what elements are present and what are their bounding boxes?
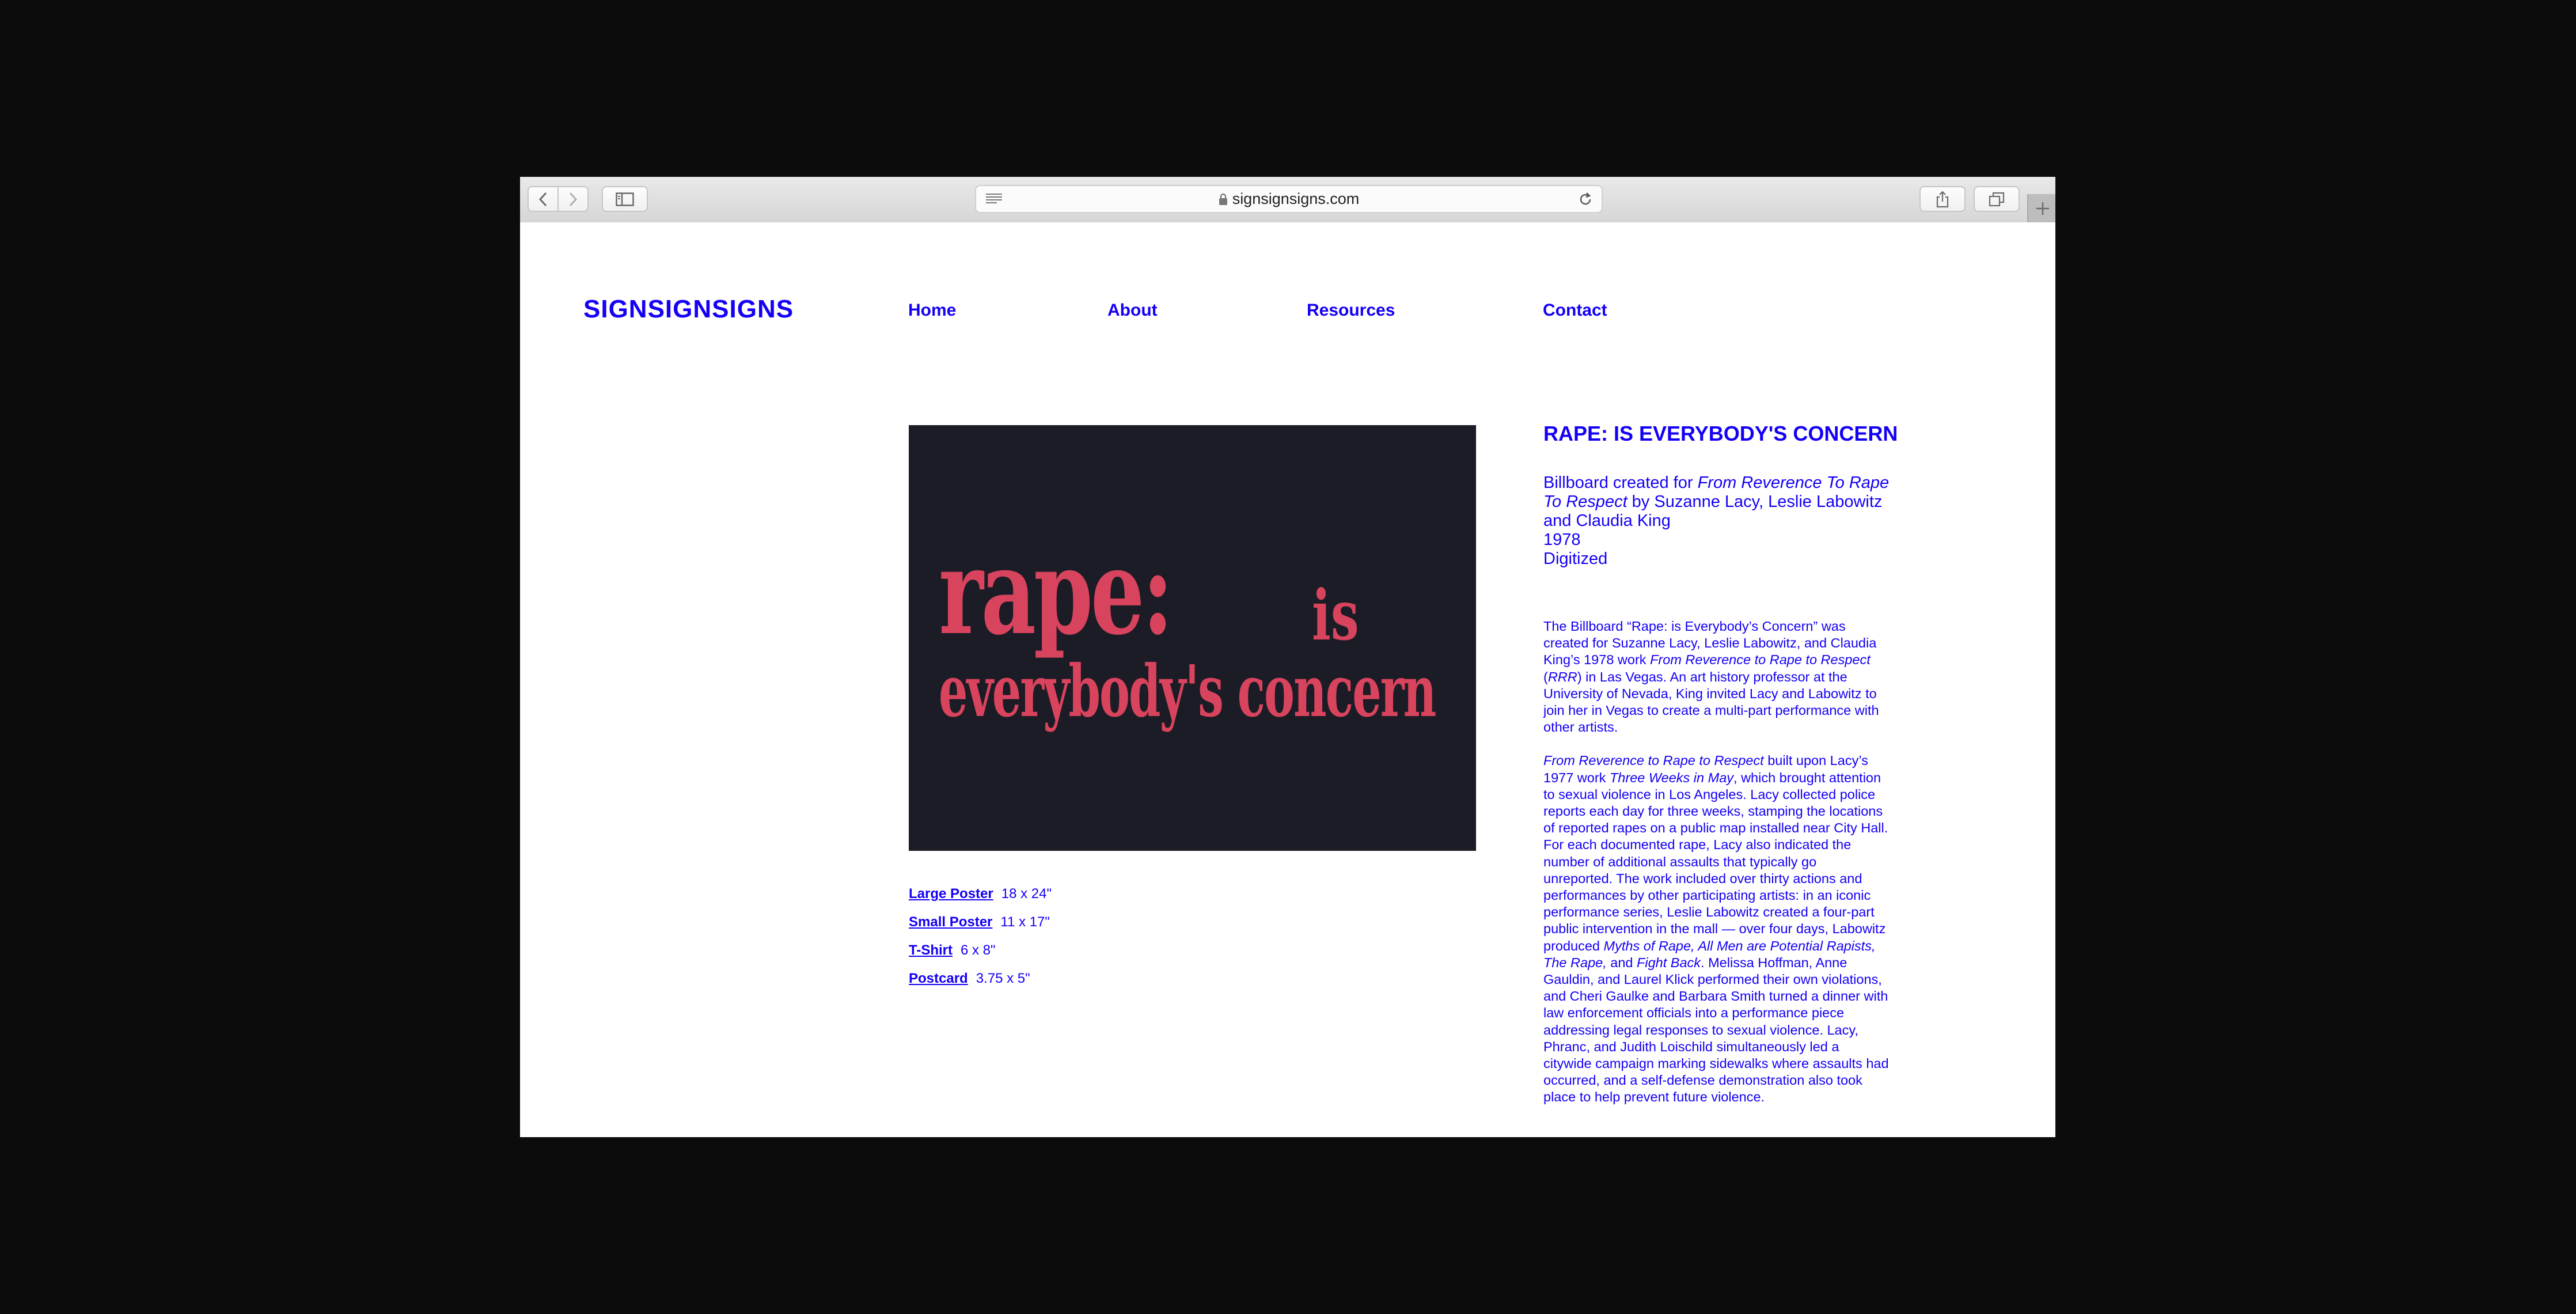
back-chevron-icon bbox=[538, 192, 547, 206]
artwork-line-rape: rape: bbox=[939, 523, 1174, 661]
tabs-button[interactable] bbox=[1974, 186, 2020, 212]
artwork-status: Digitized bbox=[1543, 550, 1608, 568]
nav-about-link[interactable]: About bbox=[1107, 301, 1158, 320]
product-size: 3.75 x 5" bbox=[976, 971, 1030, 986]
artwork-word-is: is bbox=[1312, 575, 1359, 656]
nav-home-link[interactable]: Home bbox=[908, 301, 956, 320]
artwork-description: The Billboard “Rape: is Everybody’s Conc… bbox=[1543, 618, 1889, 1106]
tabs-icon bbox=[1989, 192, 2005, 206]
share-button[interactable] bbox=[1919, 186, 1966, 212]
artwork-year: 1978 bbox=[1543, 531, 1581, 549]
share-icon bbox=[1936, 190, 1949, 207]
small-poster-link[interactable]: Small Poster bbox=[909, 914, 992, 942]
forward-button[interactable] bbox=[557, 186, 589, 212]
product-size: 18 x 24" bbox=[1001, 886, 1052, 902]
address-bar[interactable]: signsignsigns.com bbox=[975, 185, 1603, 213]
t-shirt-link[interactable]: T-Shirt bbox=[909, 942, 953, 971]
forward-chevron-icon bbox=[569, 192, 578, 206]
large-poster-link[interactable]: Large Poster bbox=[909, 886, 993, 914]
product-item: Postcard 3.75 x 5" bbox=[909, 971, 1052, 999]
reload-icon[interactable] bbox=[1577, 191, 1594, 207]
product-list: Large Poster 18 x 24" Small Poster 11 x … bbox=[909, 886, 1052, 999]
lock-icon bbox=[1219, 193, 1227, 205]
plus-icon bbox=[2036, 202, 2049, 215]
site-logo[interactable]: SIGNSIGNSIGNS bbox=[583, 295, 794, 324]
product-item: Small Poster 11 x 17" bbox=[909, 914, 1052, 942]
postcard-link[interactable]: Postcard bbox=[909, 971, 968, 999]
product-item: T-Shirt 6 x 8" bbox=[909, 942, 1052, 971]
web-page: SIGNSIGNSIGNS Home About Resources Conta… bbox=[520, 222, 2055, 1137]
url-text: signsignsigns.com bbox=[1232, 190, 1360, 207]
nav-resources-link[interactable]: Resources bbox=[1307, 301, 1395, 320]
artwork-info: RAPE: IS EVERYBODY'S CONCERN Billboard c… bbox=[1543, 422, 1900, 1123]
back-button[interactable] bbox=[528, 186, 559, 212]
description-paragraph: From Reverence to Rape to Respect built … bbox=[1543, 753, 1889, 1105]
artwork-line-concern: everybody's concern bbox=[939, 650, 1436, 733]
sidebar-button[interactable] bbox=[602, 186, 648, 212]
billboard-artwork: rape: is everybody's concern bbox=[909, 425, 1476, 851]
nav-contact-link[interactable]: Contact bbox=[1543, 301, 1607, 320]
product-item: Large Poster 18 x 24" bbox=[909, 886, 1052, 914]
description-paragraph: The Billboard “Rape: is Everybody’s Conc… bbox=[1543, 619, 1879, 735]
artwork-meta: Billboard created for From Reverence To … bbox=[1543, 474, 1900, 569]
browser-window: signsignsigns.com SIGNSIGNSIGNS Home Abo… bbox=[520, 177, 2055, 1137]
new-tab-button[interactable] bbox=[2027, 194, 2055, 222]
artwork-title: RAPE: IS EVERYBODY'S CONCERN bbox=[1543, 422, 1898, 445]
browser-toolbar: signsignsigns.com bbox=[520, 177, 2055, 224]
product-size: 6 x 8" bbox=[961, 942, 996, 958]
sidebar-icon bbox=[616, 192, 634, 206]
artwork-credit: Billboard created for From Reverence To … bbox=[1543, 474, 1890, 530]
product-size: 11 x 17" bbox=[1000, 914, 1050, 930]
